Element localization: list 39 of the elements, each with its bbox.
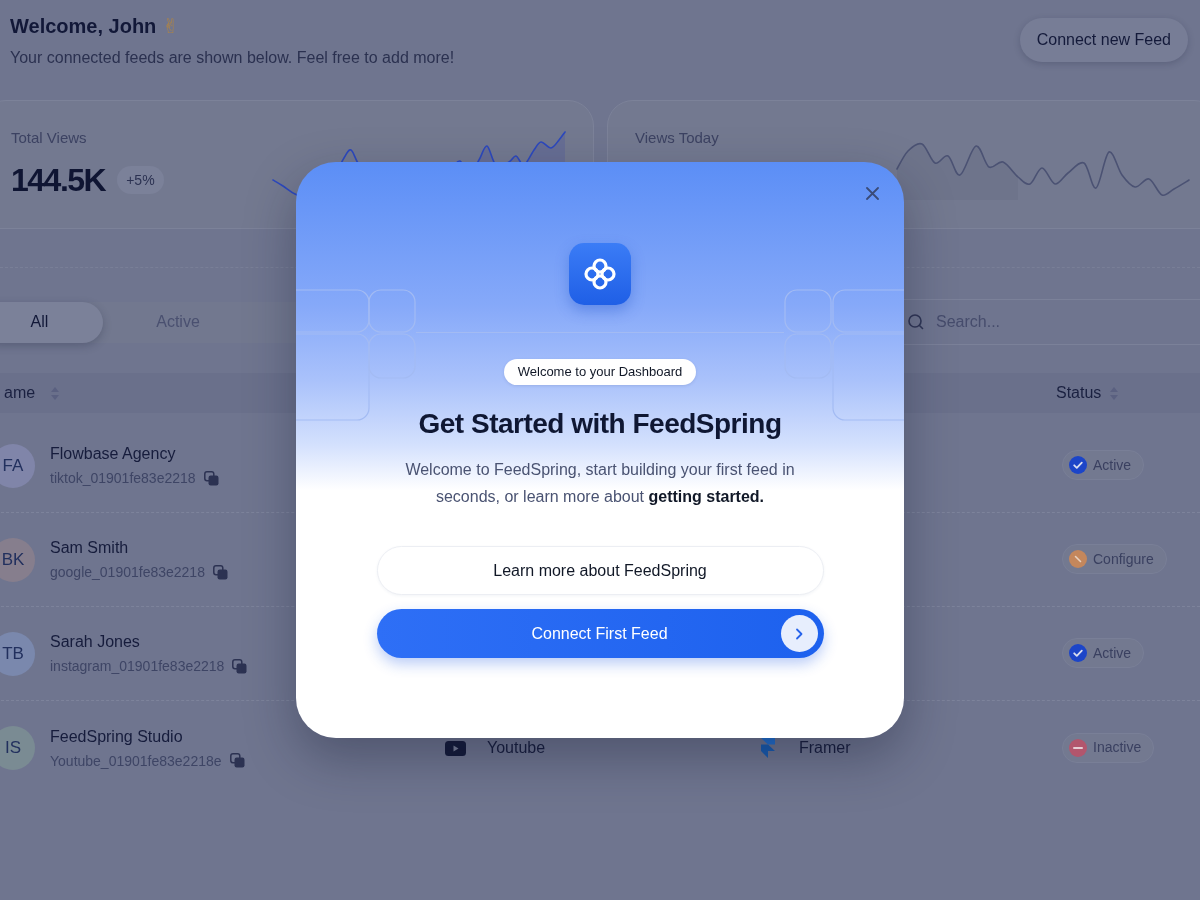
column-header: Status	[1056, 383, 1102, 403]
feed-name: Sarah Jones	[50, 632, 141, 652]
dialog-description: Welcome to FeedSpring, start building your first feed in seconds, or learn more about getting started.	[404, 460, 796, 507]
status-label: Inactive	[1093, 738, 1142, 757]
percent-change-badge: +5%	[117, 166, 164, 194]
filter-tab[interactable]: All	[0, 301, 103, 343]
dialog-title: Get Started with FeedSpring	[418, 407, 782, 441]
learn-more-button[interactable]: Learn more about FeedSpring	[376, 546, 824, 595]
welcome-subtitle: Your connected feeds are shown below. Feel free to add more!	[10, 48, 455, 68]
video-play-icon	[445, 740, 466, 756]
copy-icon[interactable]	[212, 564, 228, 580]
copy-icon[interactable]	[203, 470, 219, 486]
platform-name: Youtube	[487, 738, 546, 758]
stat-label: Views Today	[635, 128, 719, 148]
avatar: TB	[0, 631, 35, 676]
avatar: FA	[0, 443, 35, 488]
app-logo-icon	[569, 243, 631, 305]
welcome-badge: Welcome to your Dashboard	[503, 359, 697, 385]
welcome-title: Welcome, John	[10, 14, 157, 38]
connect-new-feed-button[interactable]: Connect new Feed	[1019, 18, 1188, 62]
search-icon	[908, 314, 924, 330]
platform-name: Framer	[799, 738, 851, 758]
close-icon	[865, 186, 879, 200]
peace-hand-icon: ✌	[162, 14, 180, 38]
status-label: Active	[1093, 455, 1132, 475]
copy-icon[interactable]	[229, 753, 245, 768]
copy-icon[interactable]	[232, 658, 248, 674]
avatar: IS	[0, 726, 35, 770]
status-label: Configure	[1093, 549, 1154, 569]
feed-name: Sam Smith	[50, 538, 130, 558]
feed-name: FeedSpring Studio	[50, 726, 184, 747]
connect-first-feed-button[interactable]: Connect First Feed	[376, 609, 824, 658]
feed-name: Flowbase Agency	[50, 444, 177, 464]
chevron-right-icon	[780, 615, 818, 652]
framer-logo-icon	[761, 738, 775, 758]
column-header: ame	[4, 383, 36, 403]
stat-value: 144.5K	[11, 161, 106, 200]
avatar: BK	[0, 537, 35, 582]
status-label: Active	[1093, 643, 1132, 663]
